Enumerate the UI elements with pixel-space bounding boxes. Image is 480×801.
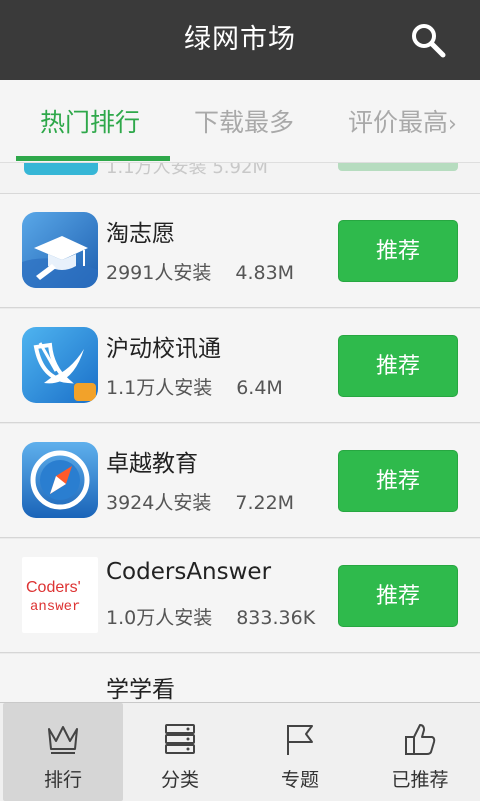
crown-icon (48, 726, 78, 754)
file-size: 6.4M (236, 377, 283, 399)
nav-label: 已推荐 (391, 769, 449, 791)
tab-top-rated[interactable]: 评价最高› (348, 80, 457, 160)
app-meta: 1.1万人安装 6.4M (106, 373, 283, 400)
nav-item-recommended[interactable]: 已推荐 (360, 703, 480, 801)
chevron-right-icon: › (448, 112, 457, 137)
nav-item-topics[interactable]: 专题 (240, 703, 360, 801)
recommend-button[interactable]: 推荐 (338, 335, 458, 397)
compass-icon (22, 442, 98, 518)
list-item[interactable]: 淘志愿 2991人安装 4.83M 推荐 (0, 194, 480, 308)
tab-indicator (16, 156, 170, 161)
nav-label: 专题 (280, 769, 319, 791)
file-size: 7.22M (235, 492, 295, 514)
app-meta: 1.0万人安装 833.36K (106, 603, 315, 630)
app-name: 淘志愿 (106, 221, 175, 247)
nav-item-ranking[interactable]: 排行 (3, 703, 123, 801)
recommend-button[interactable]: 推荐 (338, 450, 458, 512)
recommend-button[interactable]: 推荐 (338, 220, 458, 282)
list-item[interactable]: 1.1万人安装 5.92M (0, 163, 480, 194)
list-icon (165, 724, 195, 754)
nav-label: 分类 (160, 769, 199, 791)
bottom-nav: 排行 分类 专题 已推荐 (0, 702, 480, 801)
flag-icon (287, 725, 313, 755)
install-count: 2991人安装 (106, 262, 212, 284)
app-meta: 1.1万人安装 5.92M (106, 163, 268, 175)
app-name: CodersAnswer (106, 559, 272, 585)
list-item[interactable]: Coders' answer CodersAnswer 1.0万人安装 833.3… (0, 539, 480, 653)
file-size: 4.83M (235, 262, 295, 284)
bird-icon (22, 327, 98, 403)
app-meta: 2991人安装 4.83M (106, 258, 294, 285)
tab-hot-ranking[interactable]: 热门排行 (40, 80, 140, 160)
tab-bar: 热门排行 下载最多 评价最高› (0, 80, 480, 163)
app-title: 绿网市场 (184, 24, 296, 55)
thumbs-up-icon (405, 724, 436, 755)
recommend-button[interactable] (338, 163, 458, 171)
logo-text-answer: answer (30, 599, 81, 615)
search-icon[interactable] (410, 22, 446, 58)
list-item[interactable]: 学学看 (0, 654, 480, 703)
app-header: 绿网市场 (0, 0, 480, 80)
list-item[interactable]: 卓越教育 3924人安装 7.22M 推荐 (0, 424, 480, 538)
app-name: 学学看 (106, 677, 175, 703)
recommend-button[interactable]: 推荐 (338, 565, 458, 627)
tab-most-downloads[interactable]: 下载最多 (194, 80, 294, 160)
logo-text-coders: Coders' (26, 579, 81, 596)
install-count: 1.1万人安装 (106, 377, 213, 399)
nav-label: 排行 (43, 769, 82, 791)
app-name: 卓越教育 (106, 451, 198, 477)
graduation-cap-icon (22, 212, 98, 288)
install-count: 1.0万人安装 (106, 607, 213, 629)
file-size: 833.36K (236, 607, 316, 629)
nav-item-category[interactable]: 分类 (120, 703, 240, 801)
app-icon (24, 163, 98, 175)
app-name: 沪动校讯通 (106, 336, 221, 362)
coders-answer-logo: Coders' answer (22, 557, 98, 633)
install-count: 3924人安装 (106, 492, 212, 514)
app-list[interactable]: 1.1万人安装 5.92M 淘志愿 2991人安装 4.83M 推荐 沪动校讯通… (0, 163, 480, 703)
tab-top-rated-label: 评价最高 (348, 108, 449, 137)
app-meta: 3924人安装 7.22M (106, 488, 294, 515)
list-item[interactable]: 沪动校讯通 1.1万人安装 6.4M 推荐 (0, 309, 480, 423)
